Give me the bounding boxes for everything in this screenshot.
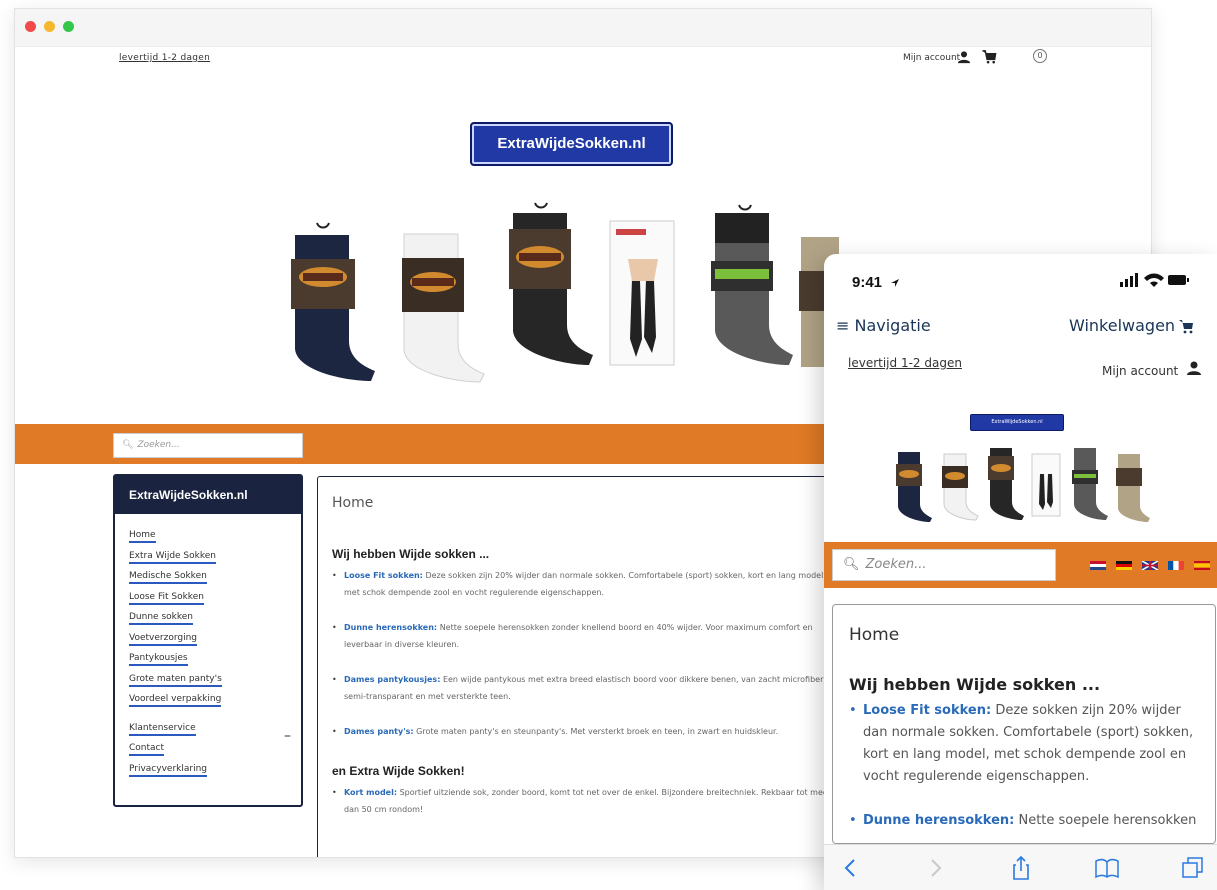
- product-banner-image: [896, 448, 1150, 522]
- list-item-text: Nette soepele herensokken: [1018, 813, 1197, 828]
- product-list: Kort model: Sportief uitziende sok, zond…: [332, 784, 856, 818]
- minimize-window-dot[interactable]: [44, 21, 55, 32]
- french-flag-icon[interactable]: [1168, 561, 1184, 570]
- list-item-title[interactable]: Loose Fit sokken:: [863, 703, 991, 718]
- search-icon: 🔍︎: [122, 440, 134, 450]
- back-icon[interactable]: [838, 855, 864, 881]
- search-icon: 🔍︎: [843, 557, 860, 572]
- cart-count-badge: 0: [1033, 49, 1047, 63]
- sidebar-title: ExtraWijdeSokken.nl: [115, 476, 301, 514]
- list-item: Dames panty's: Grote maten panty's en st…: [332, 723, 832, 740]
- list-item-text: Sportief uitziende sok, zonder boord, ko…: [344, 788, 832, 814]
- forward-icon[interactable]: [922, 855, 948, 881]
- list-item: Kort model: Sportief uitziende sok, zond…: [332, 784, 832, 818]
- list-item-title[interactable]: Dunne herensokken:: [344, 623, 437, 632]
- status-time: 9:41: [852, 274, 883, 291]
- delivery-time-link[interactable]: levertijd 1-2 dagen: [119, 53, 210, 63]
- cart-button[interactable]: Winkelwagen: [1069, 316, 1175, 335]
- pantykous-package-image: [609, 220, 675, 366]
- search-placeholder: Zoeken...: [865, 557, 927, 572]
- delivery-time-link[interactable]: levertijd 1-2 dagen: [848, 356, 962, 370]
- sidebar-item-loose-fit-sokken[interactable]: Loose Fit Sokken: [129, 591, 301, 613]
- mobile-main-content: Home Wij hebben Wijde sokken ... Loose F…: [832, 604, 1216, 844]
- desktop-search-input[interactable]: 🔍︎ Zoeken...: [113, 433, 303, 458]
- list-item-title[interactable]: Kort model:: [344, 788, 397, 797]
- list-item: Dunne herensokken: Nette soepele herenso…: [332, 619, 832, 653]
- cart-icon[interactable]: [1178, 318, 1194, 334]
- list-item: Loose Fit sokken: Deze sokken zijn 20% w…: [332, 567, 832, 601]
- navigation-menu-button[interactable]: ≡ Navigatie: [836, 316, 931, 335]
- sidebar-item-dunne-sokken[interactable]: Dunne sokken: [129, 612, 301, 633]
- navy-sock-image: [291, 222, 375, 381]
- site-logo[interactable]: ExtraWijdeSokken.nl: [970, 414, 1064, 431]
- desktop-sidebar: ExtraWijdeSokken.nl Home Extra Wijde Sok…: [113, 474, 303, 807]
- close-window-dot[interactable]: [25, 21, 36, 32]
- sidebar-item-pantykousjes[interactable]: Pantykousjes: [129, 653, 301, 674]
- section-heading: Wij hebben Wijde sokken ...: [332, 547, 490, 561]
- bookmarks-icon[interactable]: [1094, 855, 1120, 881]
- mobile-search-input[interactable]: 🔍︎ Zoeken...: [832, 549, 1056, 581]
- sidebar-menu: Home Extra Wijde Sokken Medische Sokken …: [115, 514, 301, 784]
- tabs-icon[interactable]: [1180, 855, 1206, 881]
- section-heading: Wij hebben Wijde sokken ...: [849, 675, 1101, 694]
- page-title: Home: [332, 495, 374, 511]
- maximize-window-dot[interactable]: [63, 21, 74, 32]
- signal-wifi-battery-icon: [1120, 273, 1189, 287]
- list-item-title[interactable]: Dunne herensokken:: [863, 813, 1014, 828]
- account-link[interactable]: Mijn account: [1102, 364, 1178, 378]
- site-logo[interactable]: ExtraWijdeSokken.nl: [470, 122, 673, 166]
- white-sock-image: [402, 233, 485, 383]
- sidebar-item-contact[interactable]: Contact: [129, 743, 301, 764]
- product-list: Loose Fit sokken: Deze sokken zijn 20% w…: [332, 567, 856, 740]
- list-item: Dames pantykousjes: Een wijde pantykous …: [332, 671, 832, 705]
- desktop-search-bar-strip: 🔍︎ Zoeken...: [15, 424, 835, 464]
- list-item: Loose Fit sokken: Deze sokken zijn 20% w…: [849, 700, 1207, 788]
- product-list: Loose Fit sokken: Deze sokken zijn 20% w…: [849, 700, 1215, 832]
- user-icon[interactable]: [1186, 360, 1202, 376]
- list-item-title[interactable]: Dames panty's:: [344, 727, 414, 736]
- mobile-search-bar-strip: 🔍︎ Zoeken...: [824, 542, 1217, 588]
- sidebar-item-extra-wijde-sokken[interactable]: Extra Wijde Sokken: [129, 550, 301, 572]
- dutch-flag-icon[interactable]: [1090, 561, 1106, 570]
- sidebar-item-voetverzorging[interactable]: Voetverzorging: [129, 632, 301, 654]
- page-title: Home: [849, 625, 900, 645]
- desktop-main-content: Home Wij hebben Wijde sokken ... Loose F…: [317, 476, 857, 857]
- grey-sock-image: [711, 204, 793, 365]
- status-bar: 9:41: [824, 254, 1217, 304]
- search-placeholder: Zoeken...: [137, 440, 180, 450]
- section-heading: en Extra Wijde Sokken!: [332, 764, 465, 778]
- safari-toolbar: [824, 844, 1217, 890]
- location-arrow-icon: [891, 279, 899, 287]
- sidebar-item-privacyverklaring[interactable]: Privacyverklaring: [129, 763, 301, 785]
- account-link[interactable]: Mijn account: [903, 53, 960, 63]
- browser-titlebar: [15, 9, 1151, 47]
- collapse-toggle[interactable]: –: [284, 728, 291, 744]
- sidebar-item-klantenservice[interactable]: Klantenservice: [129, 722, 301, 744]
- list-item-text: Grote maten panty's en steunpanty's. Met…: [416, 727, 779, 736]
- desktop-topbar: levertijd 1-2 dagen Mijn account 0: [15, 49, 1151, 73]
- list-item: Dunne herensokken: Nette soepele herenso…: [849, 810, 1207, 832]
- cart-icon[interactable]: [981, 49, 997, 64]
- user-icon[interactable]: [957, 50, 971, 64]
- sidebar-item-medische-sokken[interactable]: Medische Sokken: [129, 571, 301, 592]
- list-item-title[interactable]: Loose Fit sokken:: [344, 571, 423, 580]
- sidebar-item-grote-maten-pantys[interactable]: Grote maten panty's: [129, 673, 301, 695]
- sidebar-item-voordeel-verpakking[interactable]: Voordeel verpakking: [129, 694, 301, 715]
- german-flag-icon[interactable]: [1116, 561, 1132, 570]
- share-icon[interactable]: [1008, 855, 1034, 881]
- sidebar-item-home[interactable]: Home: [129, 530, 301, 551]
- english-flag-icon[interactable]: [1142, 561, 1158, 570]
- mobile-phone-view: 9:41 ≡ Navigatie Winkelwagen levertijd 1…: [824, 254, 1217, 890]
- list-item-title[interactable]: Dames pantykousjes:: [344, 675, 440, 684]
- black-sock-image: [509, 202, 593, 365]
- spanish-flag-icon[interactable]: [1194, 561, 1210, 570]
